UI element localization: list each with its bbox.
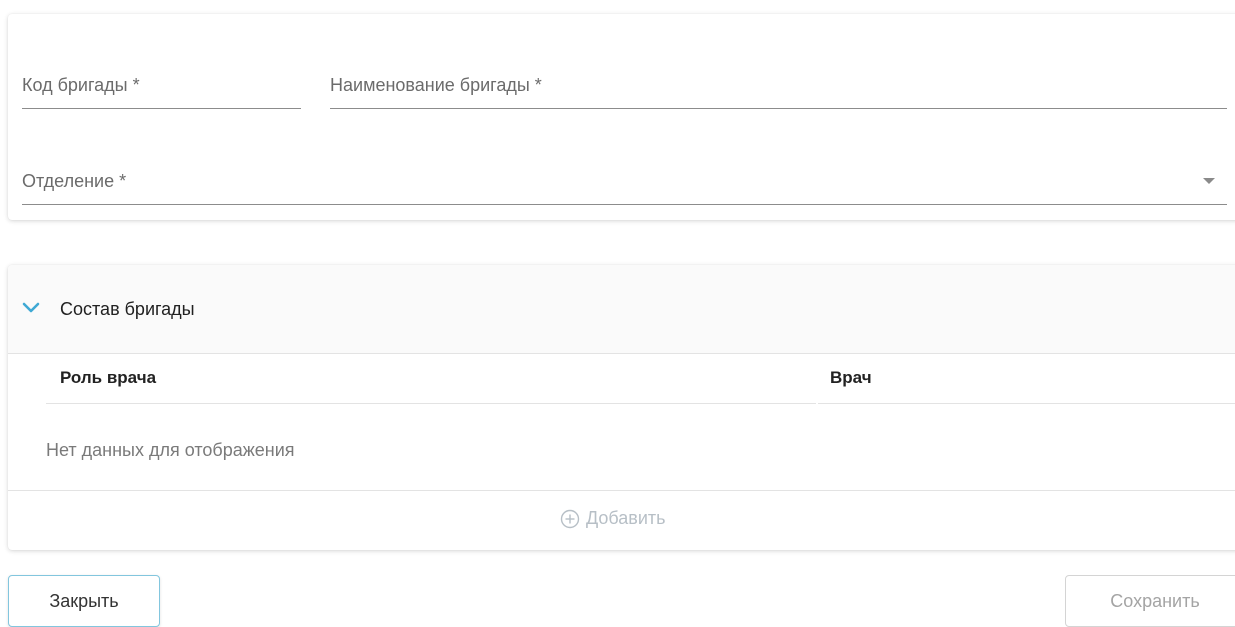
column-header-role-label: Роль врача xyxy=(60,368,157,387)
add-button-label: Добавить xyxy=(586,508,666,528)
add-button[interactable]: Добавить xyxy=(560,508,666,529)
close-button-label: Закрыть xyxy=(49,590,119,611)
team-composition-panel: Состав бригады Роль врача Врач Нет данны… xyxy=(8,265,1235,550)
column-header-role[interactable]: Роль врача xyxy=(46,353,816,404)
column-header-doctor[interactable]: Врач xyxy=(818,353,1235,404)
divider xyxy=(8,490,1235,491)
column-header-doctor-label: Врач xyxy=(830,368,872,387)
department-label: Отделение * xyxy=(22,171,127,191)
empty-state-text: Нет данных для отображения xyxy=(46,440,295,460)
close-button[interactable]: Закрыть xyxy=(8,575,160,627)
save-button[interactable]: Сохранить xyxy=(1065,575,1235,627)
plus-circle-icon xyxy=(560,509,580,528)
panel-title: Состав бригады xyxy=(60,299,195,319)
team-name-label: Наименование бригады * xyxy=(330,75,542,95)
team-name-field[interactable]: Наименование бригады * xyxy=(330,62,1227,109)
team-code-field[interactable]: Код бригады * xyxy=(22,62,301,109)
team-code-label: Код бригады * xyxy=(22,75,140,95)
department-select[interactable]: Отделение * xyxy=(22,152,1227,205)
chevron-down-icon[interactable] xyxy=(22,302,40,314)
team-form-card: Код бригады * Наименование бригады * Отд… xyxy=(8,14,1235,220)
dropdown-arrow-icon[interactable] xyxy=(1203,178,1215,184)
panel-header[interactable]: Состав бригады xyxy=(8,265,1235,354)
save-button-label: Сохранить xyxy=(1110,590,1200,611)
